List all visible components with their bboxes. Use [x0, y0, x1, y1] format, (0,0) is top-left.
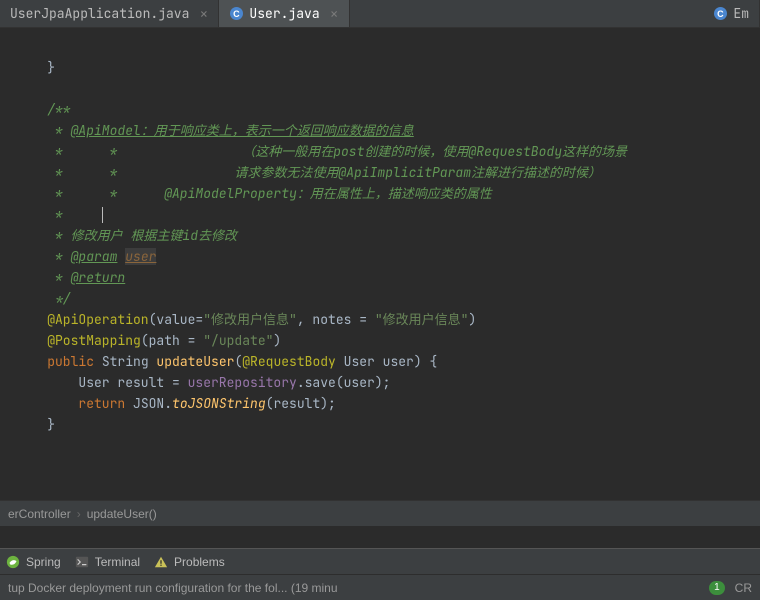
breadcrumb-item[interactable]: erController	[8, 507, 71, 521]
close-icon[interactable]: ×	[330, 4, 339, 24]
tab-em[interactable]: C Em	[703, 0, 760, 27]
status-bar: tup Docker deployment run configuration …	[0, 574, 760, 600]
breadcrumb-item[interactable]: updateUser()	[87, 507, 157, 521]
code-editor[interactable]: } /** * @ApiModel：用于响应类上，表示一个返回响应数据的信息 *…	[0, 28, 760, 500]
toolwindow-terminal[interactable]: Terminal	[75, 555, 140, 569]
toolwindow-label: Terminal	[95, 555, 140, 569]
editor-tabs: UserJpaApplication.java × C User.java × …	[0, 0, 760, 28]
terminal-icon	[75, 555, 89, 569]
tab-userjpaapplication[interactable]: UserJpaApplication.java ×	[0, 0, 219, 27]
toolwindow-spring[interactable]: Spring	[6, 555, 61, 569]
status-message: tup Docker deployment run configuration …	[8, 581, 338, 595]
toolwindow-problems[interactable]: Problems	[154, 555, 225, 569]
toolwindow-label: Spring	[26, 555, 61, 569]
tool-window-bar: Spring Terminal Problems	[0, 548, 760, 574]
tab-label: User.java	[249, 5, 319, 22]
notification-badge[interactable]: 1	[709, 581, 725, 595]
tab-user[interactable]: C User.java ×	[219, 0, 349, 27]
tab-label: Em	[733, 5, 749, 22]
text-caret	[102, 207, 103, 223]
spring-icon	[6, 555, 20, 569]
line-ending-indicator[interactable]: CR	[735, 581, 752, 595]
chevron-right-icon: ›	[77, 507, 81, 521]
breadcrumb: erController › updateUser()	[0, 500, 760, 526]
toolwindow-label: Problems	[174, 555, 225, 569]
close-icon[interactable]: ×	[199, 4, 208, 24]
warning-icon	[154, 555, 168, 569]
tab-label: UserJpaApplication.java	[10, 5, 189, 22]
class-icon: C	[713, 7, 727, 21]
class-icon: C	[229, 7, 243, 21]
